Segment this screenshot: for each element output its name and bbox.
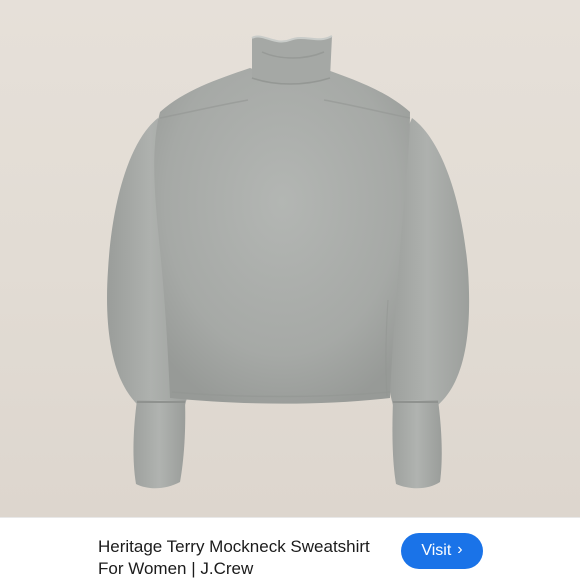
visit-button-label: Visit	[421, 542, 452, 559]
chevron-right-icon: ›	[457, 541, 463, 558]
caption-bar: Heritage Terry Mockneck Sweatshirt For W…	[0, 517, 580, 580]
product-title-line1: Heritage Terry Mockneck Sweatshirt	[98, 537, 370, 556]
sweatshirt-body	[154, 68, 410, 404]
right-cuff	[392, 400, 442, 489]
product-title[interactable]: Heritage Terry Mockneck Sweatshirt For W…	[98, 536, 388, 580]
left-cuff	[133, 400, 186, 489]
visit-button[interactable]: Visit ›	[401, 533, 483, 569]
mock-neck	[252, 36, 332, 84]
search-result-card: Heritage Terry Mockneck Sweatshirt For W…	[0, 0, 580, 580]
product-title-line2: For Women | J.Crew	[98, 559, 254, 578]
product-image[interactable]	[0, 0, 580, 517]
sweatshirt-illustration	[107, 35, 470, 489]
